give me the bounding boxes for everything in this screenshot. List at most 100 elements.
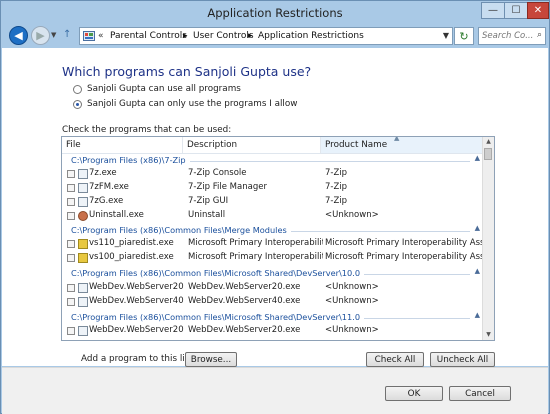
- installer-icon: [78, 239, 88, 249]
- maximize-button[interactable]: ☐: [504, 2, 527, 19]
- product-name: 7-Zip: [325, 182, 348, 192]
- file-description: Uninstall: [188, 210, 226, 220]
- file-description: WebDev.WebServer20.exe: [188, 325, 301, 335]
- product-name: <Unknown>: [325, 296, 379, 306]
- table-row[interactable]: WebDev.WebServer20.E... WebDev.WebServer…: [62, 282, 484, 295]
- page-heading: Which programs can Sanjoli Gupta use?: [62, 64, 312, 79]
- table-row[interactable]: 7zFM.exe 7-Zip File Manager 7-Zip: [62, 182, 484, 195]
- breadcrumb-separator[interactable]: ▸: [248, 31, 253, 41]
- check-all-button[interactable]: Check All: [366, 352, 424, 367]
- breadcrumb-application-restrictions[interactable]: Application Restrictions: [258, 31, 364, 41]
- forward-button[interactable]: ▶: [31, 26, 50, 45]
- option-label: Sanjoli Gupta can use all programs: [87, 84, 241, 94]
- file-name: WebDev.WebServer40.E...: [89, 296, 184, 306]
- exe-file-icon: [78, 169, 88, 179]
- option-all-programs[interactable]: Sanjoli Gupta can use all programs: [73, 84, 241, 94]
- program-checkbox[interactable]: [67, 298, 75, 306]
- dialog-footer: OK Cancel: [2, 367, 548, 414]
- column-header-description[interactable]: Description: [183, 137, 321, 153]
- program-checkbox[interactable]: [67, 254, 75, 262]
- radio-button[interactable]: [73, 84, 82, 94]
- table-row[interactable]: Uninstall.exe Uninstall <Unknown>: [62, 210, 484, 223]
- group-path: C:\Program Files (x86)\Common Files\Micr…: [71, 312, 365, 322]
- program-checkbox[interactable]: [67, 170, 75, 178]
- uncheck-all-button[interactable]: Uncheck All: [430, 352, 495, 367]
- table-row[interactable]: 7z.exe 7-Zip Console 7-Zip: [62, 168, 484, 181]
- file-description: Microsoft Primary Interoperability...: [188, 252, 323, 262]
- column-header-file[interactable]: File: [62, 137, 183, 153]
- program-list[interactable]: File Description Product Name ▲ C:\Progr…: [61, 136, 495, 341]
- program-list-label: Check the programs that can be used:: [62, 125, 232, 135]
- program-checkbox[interactable]: [67, 240, 75, 248]
- product-name: <Unknown>: [325, 210, 379, 220]
- back-button[interactable]: ◀: [9, 26, 28, 45]
- group-path: C:\Program Files (x86)\7-Zip: [71, 155, 190, 165]
- file-description: WebDev.WebServer40.exe: [188, 296, 301, 306]
- title-bar[interactable]: Application Restrictions — ☐ ✕: [1, 1, 549, 25]
- program-checkbox[interactable]: [67, 284, 75, 292]
- search-placeholder: Search Co...: [482, 31, 534, 41]
- program-checkbox[interactable]: [67, 212, 75, 220]
- exe-file-icon: [78, 183, 88, 193]
- installer-icon: [78, 253, 88, 263]
- vertical-scrollbar[interactable]: ▲ ▼: [482, 137, 494, 340]
- table-row[interactable]: WebDev.WebServer40.E... WebDev.WebServer…: [62, 296, 484, 309]
- group-header[interactable]: C:\Program Files (x86)\Common Files\Micr…: [62, 267, 484, 280]
- breadcrumb-separator[interactable]: ▸: [183, 31, 188, 41]
- add-program-label: Add a program to this list:: [81, 354, 196, 364]
- program-checkbox[interactable]: [67, 184, 75, 192]
- scroll-up-icon[interactable]: ▲: [483, 137, 494, 147]
- main-content: Which programs can Sanjoli Gupta use? Sa…: [2, 48, 548, 367]
- application-restrictions-window: Application Restrictions — ☐ ✕ ◀ ▶ ▼ ↑ «…: [0, 0, 550, 414]
- uninstall-icon: [78, 211, 88, 221]
- collapse-group-icon[interactable]: ▲: [475, 267, 480, 275]
- up-arrow-icon[interactable]: ↑: [63, 29, 71, 40]
- group-header[interactable]: C:\Program Files (x86)\Common Files\Micr…: [62, 311, 484, 324]
- breadcrumb-parental-controls[interactable]: Parental Controls: [110, 31, 187, 41]
- product-name: <Unknown>: [325, 282, 379, 292]
- scrollbar-thumb[interactable]: [484, 148, 492, 160]
- breadcrumb-user-controls[interactable]: User Controls: [193, 31, 254, 41]
- control-panel-icon: [83, 31, 95, 41]
- file-name: vs110_piaredist.exe: [89, 238, 174, 248]
- option-label: Sanjoli Gupta can only use the programs …: [87, 99, 298, 109]
- file-name: 7zFM.exe: [89, 182, 129, 192]
- refresh-icon[interactable]: ↻: [454, 27, 474, 45]
- navigation-bar: ◀ ▶ ▼ ↑ « Parental Controls ▸ User Contr…: [1, 25, 549, 47]
- address-bar[interactable]: « Parental Controls ▸ User Controls ▸ Ap…: [79, 27, 453, 45]
- collapse-group-icon[interactable]: ▲: [475, 311, 480, 319]
- option-allowed-programs[interactable]: Sanjoli Gupta can only use the programs …: [73, 99, 297, 109]
- radio-button-selected[interactable]: [73, 99, 82, 109]
- file-name: 7z.exe: [89, 168, 117, 178]
- table-row[interactable]: 7zG.exe 7-Zip GUI 7-Zip: [62, 196, 484, 209]
- table-row[interactable]: vs100_piaredist.exe Microsoft Primary In…: [62, 252, 484, 265]
- product-name: Microsoft Primary Interoperability Ass..…: [325, 238, 482, 248]
- table-row[interactable]: vs110_piaredist.exe Microsoft Primary In…: [62, 238, 484, 251]
- search-icon[interactable]: ⌕: [537, 30, 542, 40]
- collapse-group-icon[interactable]: ▲: [475, 224, 480, 232]
- product-name: Microsoft Primary Interoperability Ass..…: [325, 252, 482, 262]
- program-checkbox[interactable]: [67, 327, 75, 335]
- ok-button[interactable]: OK: [385, 386, 443, 401]
- browse-button[interactable]: Browse...: [185, 352, 237, 367]
- file-name: 7zG.exe: [89, 196, 124, 206]
- group-path: C:\Program Files (x86)\Common Files\Merg…: [71, 225, 291, 235]
- address-dropdown-icon[interactable]: ▼: [443, 31, 449, 40]
- table-row[interactable]: WebDev.WebServer20.E... WebDev.WebServer…: [62, 325, 484, 338]
- exe-file-icon: [78, 283, 88, 293]
- group-header[interactable]: C:\Program Files (x86)\7-Zip ▲: [62, 154, 484, 167]
- collapse-group-icon[interactable]: ▲: [475, 154, 480, 162]
- minimize-button[interactable]: —: [481, 2, 504, 19]
- product-name: 7-Zip: [325, 196, 348, 206]
- scroll-down-icon[interactable]: ▼: [483, 330, 494, 340]
- column-header-product-name[interactable]: Product Name: [321, 137, 484, 153]
- program-checkbox[interactable]: [67, 198, 75, 206]
- file-description: 7-Zip File Manager: [188, 182, 267, 192]
- group-header[interactable]: C:\Program Files (x86)\Common Files\Merg…: [62, 224, 484, 237]
- cancel-button[interactable]: Cancel: [449, 386, 511, 401]
- breadcrumb-prefix[interactable]: «: [98, 31, 104, 41]
- product-name: <Unknown>: [325, 325, 379, 335]
- recent-pages-chevron-icon[interactable]: ▼: [51, 31, 56, 39]
- search-input[interactable]: Search Co... ⌕: [478, 27, 546, 45]
- close-button[interactable]: ✕: [527, 2, 549, 19]
